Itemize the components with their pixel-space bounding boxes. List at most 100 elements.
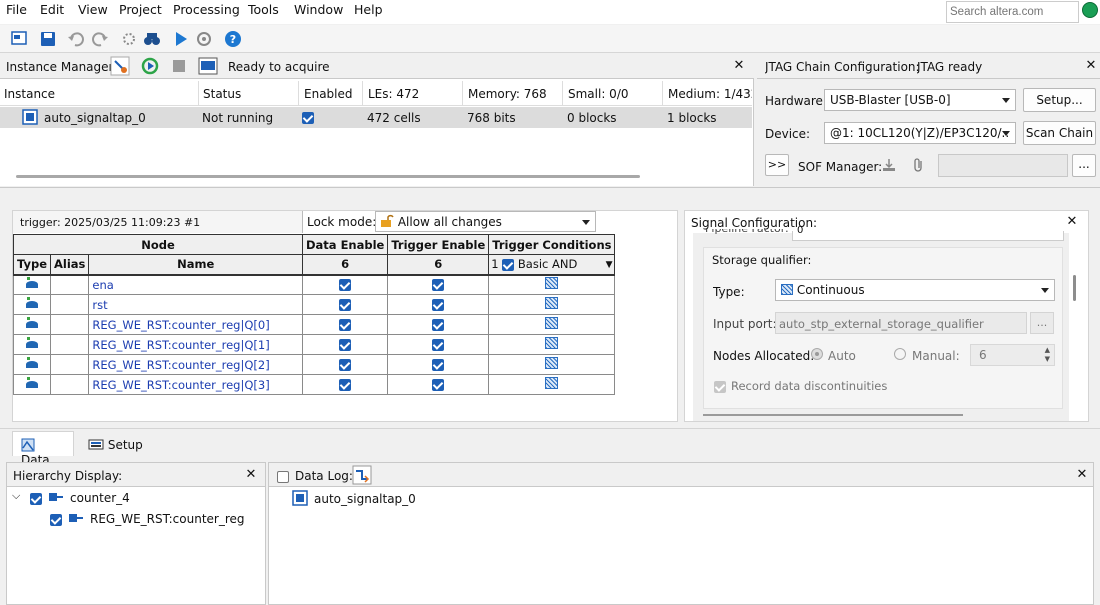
table-row[interactable]: REG_WE_RST:counter_reg|Q[3] [12,374,616,395]
input-port-browse-button[interactable]: ... [1030,312,1054,334]
data-enable-checkbox[interactable] [339,379,352,391]
col-instance[interactable]: Instance [4,87,55,101]
setup-button[interactable]: Setup... [1023,88,1096,112]
dont-care-trigger-icon[interactable] [545,277,559,290]
sof-browse-button[interactable]: ... [1072,154,1096,177]
condition-checkbox[interactable] [502,258,515,271]
help-icon[interactable]: ? [224,30,242,48]
jtag-close-icon[interactable]: ✕ [1084,58,1098,73]
root-checkbox[interactable] [30,491,42,505]
device-select[interactable]: @1: 10CL120(Y|Z)/EP3C120/.. [824,122,1016,144]
col-memory[interactable]: Memory: 768 [468,87,547,101]
autodetect-icon[interactable] [110,56,130,76]
horizontal-scrollbar[interactable] [16,175,640,178]
trigger-condition-select[interactable]: 1 Basic AND ▼ [488,254,616,276]
hierarchy-close-icon[interactable]: ✕ [244,467,258,482]
trigger-enable-header[interactable]: Trigger Enable [387,234,490,255]
sof-file-field[interactable] [938,154,1068,177]
globe-icon[interactable] [1082,2,1098,18]
horizontal-scrollbar[interactable] [703,414,963,416]
alias-cell[interactable] [50,274,90,295]
splitter[interactable] [0,187,1100,207]
hardware-select[interactable]: USB-Blaster [USB-0] [824,89,1016,111]
vertical-scrollbar[interactable] [1073,275,1076,301]
table-row[interactable]: REG_WE_RST:counter_reg|Q[1] [12,334,616,355]
run-loop-icon[interactable] [140,56,160,76]
data-enable-checkbox[interactable] [339,339,352,351]
trigger-enable-checkbox[interactable] [432,299,445,311]
alias-cell[interactable] [50,354,90,375]
instance-enabled-checkbox[interactable] [302,110,314,124]
alias-cell[interactable] [50,374,90,395]
run-analysis-icon[interactable] [172,30,190,48]
data-enable-header[interactable]: Data Enable [301,234,389,255]
expand-button[interactable]: >> [765,154,789,176]
node-finder-icon[interactable] [120,30,138,48]
data-enable-checkbox[interactable] [339,359,352,371]
autorun-icon[interactable] [195,30,213,48]
menu-view[interactable]: View [78,2,108,17]
data-log-close-icon[interactable]: ✕ [1075,467,1089,482]
trigger-enable-checkbox[interactable] [432,279,445,292]
undo-icon[interactable] [67,30,85,48]
trigger-enable-checkbox[interactable] [432,359,445,371]
data-enable-checkbox[interactable] [339,299,352,311]
dont-care-trigger-icon[interactable] [545,317,559,329]
create-log-icon[interactable] [352,465,372,485]
tab-setup[interactable]: Setup [80,431,152,456]
redo-icon[interactable] [91,30,109,48]
col-small[interactable]: Small: 0/0 [568,87,629,101]
manual-radio[interactable] [894,348,906,360]
hierarchy-root-label[interactable]: counter_4 [70,491,130,505]
dont-care-trigger-icon[interactable] [545,297,559,309]
instance-manager-close-icon[interactable]: ✕ [732,58,746,73]
program-device-icon[interactable] [881,157,897,173]
col-les[interactable]: LEs: 472 [368,87,419,101]
binoculars-icon[interactable] [143,30,161,48]
table-row[interactable]: REG_WE_RST:counter_reg|Q[0] [12,314,616,335]
spinner-arrows-icon[interactable]: ▲ ▼ [1045,346,1050,364]
trigger-enable-checkbox[interactable] [432,319,445,331]
data-enable-checkbox[interactable] [339,319,352,331]
search-input[interactable] [946,1,1079,23]
trigger-enable-checkbox[interactable] [432,379,445,391]
trigger-enable-checkbox[interactable] [432,339,445,351]
menu-edit[interactable]: Edit [40,2,64,17]
save-icon[interactable] [39,30,57,48]
alias-cell[interactable] [50,314,90,335]
input-port-field[interactable]: auto_stp_external_storage_qualifier [775,312,1027,334]
lock-mode-select[interactable]: Allow all changes [375,211,596,232]
record-discontinuities-checkbox[interactable] [714,379,726,393]
stop-icon[interactable] [171,58,187,74]
read-data-icon[interactable] [198,56,218,76]
data-log-item[interactable]: auto_signaltap_0 [314,492,416,506]
menu-tools[interactable]: Tools [248,2,279,17]
scan-chain-button[interactable]: Scan Chain [1023,121,1096,145]
data-enable-checkbox[interactable] [339,279,352,292]
col-enabled[interactable]: Enabled [304,87,353,101]
alias-cell[interactable] [50,334,90,355]
menu-project[interactable]: Project [119,2,162,17]
storage-type-select[interactable]: Continuous [775,279,1055,301]
child-checkbox[interactable] [50,512,62,526]
manual-nodes-spinner[interactable]: 6 ▲ ▼ [970,344,1055,366]
data-log-checkbox[interactable] [277,469,289,483]
chevron-down-icon[interactable]: ⌵ [12,489,20,503]
dont-care-trigger-icon[interactable] [545,357,559,369]
project-navigator-icon[interactable] [10,30,28,48]
table-row[interactable]: rst [12,294,616,315]
col-status[interactable]: Status [203,87,241,101]
dont-care-trigger-icon[interactable] [545,337,559,349]
alias-cell[interactable] [50,294,90,315]
auto-radio[interactable] [811,348,823,360]
menu-help[interactable]: Help [354,2,383,17]
col-medium[interactable]: Medium: 1/432 [668,87,752,101]
dont-care-trigger-icon[interactable] [545,377,559,389]
menu-window[interactable]: Window [294,2,343,17]
hierarchy-child-label[interactable]: REG_WE_RST:counter_reg [90,512,245,526]
menu-processing[interactable]: Processing [173,2,240,17]
trigger-conditions-header[interactable]: Trigger Conditions [488,234,616,255]
attach-icon[interactable] [911,157,927,173]
menu-file[interactable]: File [6,2,27,17]
tab-data[interactable]: Data [12,431,74,467]
